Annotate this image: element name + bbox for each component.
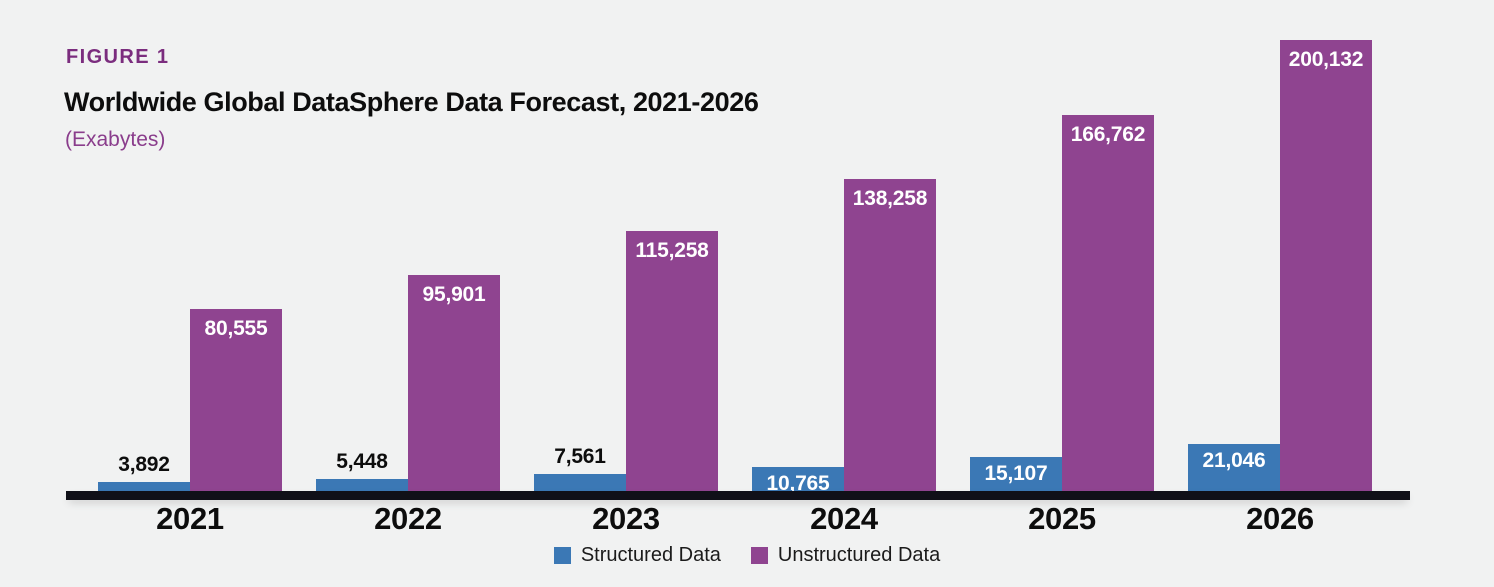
bar-rect (316, 479, 408, 491)
bar-value-label: 15,107 (984, 462, 1048, 485)
figure-container: FIGURE 1 Worldwide Global DataSphere Dat… (0, 0, 1494, 587)
bar-structured[interactable]: 7,561 (534, 446, 626, 491)
bar-value-label: 7,561 (554, 445, 606, 468)
chart-plot-area: 3,892 80,555 2021 5,448 95,901 2022 7,561 115,2… (0, 0, 1494, 536)
bar-value-label: 115,258 (635, 239, 709, 262)
bar-value-label: 21,046 (1202, 449, 1266, 472)
bar-unstructured[interactable]: 115,258 (626, 231, 718, 491)
bar-group: 7,561 115,258 (534, 0, 718, 500)
bar-unstructured[interactable]: 95,901 (408, 275, 500, 491)
x-axis-line (66, 491, 1410, 500)
bar-structured[interactable]: 15,107 (970, 457, 1062, 491)
x-axis-tick-label: 2021 (156, 501, 224, 536)
bar-rect (626, 231, 718, 491)
bar-rect (1280, 40, 1372, 491)
x-axis-tick-label: 2025 (1028, 501, 1096, 536)
bar-group: 3,892 80,555 (98, 0, 282, 500)
bar-unstructured[interactable]: 80,555 (190, 309, 282, 491)
bar-group: 5,448 95,901 (316, 0, 500, 500)
legend-label: Structured Data (580, 544, 721, 566)
bar-structured[interactable]: 5,448 (316, 451, 408, 491)
bar-value-label: 138,258 (852, 187, 928, 210)
x-axis-tick-label: 2024 (810, 501, 878, 536)
legend-item[interactable]: Unstructured Data (750, 543, 941, 567)
bar-group: 21,046 200,132 (1188, 0, 1372, 500)
chart-legend: Structured Data Unstructured Data (0, 543, 1494, 567)
bar-rect (1062, 115, 1154, 491)
bar-value-label: 5,448 (336, 450, 388, 473)
bar-group: 10,765 138,258 (752, 0, 936, 500)
bar-unstructured[interactable]: 138,258 (844, 179, 936, 491)
x-axis-tick-label: 2026 (1246, 501, 1314, 536)
bar-unstructured[interactable]: 200,132 (1280, 40, 1372, 491)
x-axis-tick-label: 2023 (592, 501, 660, 536)
legend-item[interactable]: Structured Data (553, 543, 721, 567)
bar-structured[interactable]: 10,765 (752, 467, 844, 494)
bar-rect (534, 474, 626, 491)
bar-unstructured[interactable]: 166,762 (1062, 115, 1154, 491)
bar-value-label: 95,901 (422, 283, 486, 306)
legend-label: Unstructured Data (777, 544, 941, 566)
bar-value-label: 166,762 (1070, 123, 1146, 146)
bar-structured[interactable]: 3,892 (98, 454, 190, 491)
x-axis-tick-label: 2022 (374, 501, 442, 536)
bar-value-label: 3,892 (118, 453, 170, 476)
bar-value-label: 80,555 (204, 317, 268, 340)
bar-structured[interactable]: 21,046 (1188, 444, 1280, 491)
bar-rect (98, 482, 190, 491)
bar-rect (408, 275, 500, 491)
bar-value-label: 200,132 (1288, 48, 1364, 71)
bar-rect (844, 179, 936, 491)
legend-swatch-icon (553, 546, 571, 564)
legend-swatch-icon (750, 546, 768, 564)
bar-group: 15,107 166,762 (970, 0, 1154, 500)
